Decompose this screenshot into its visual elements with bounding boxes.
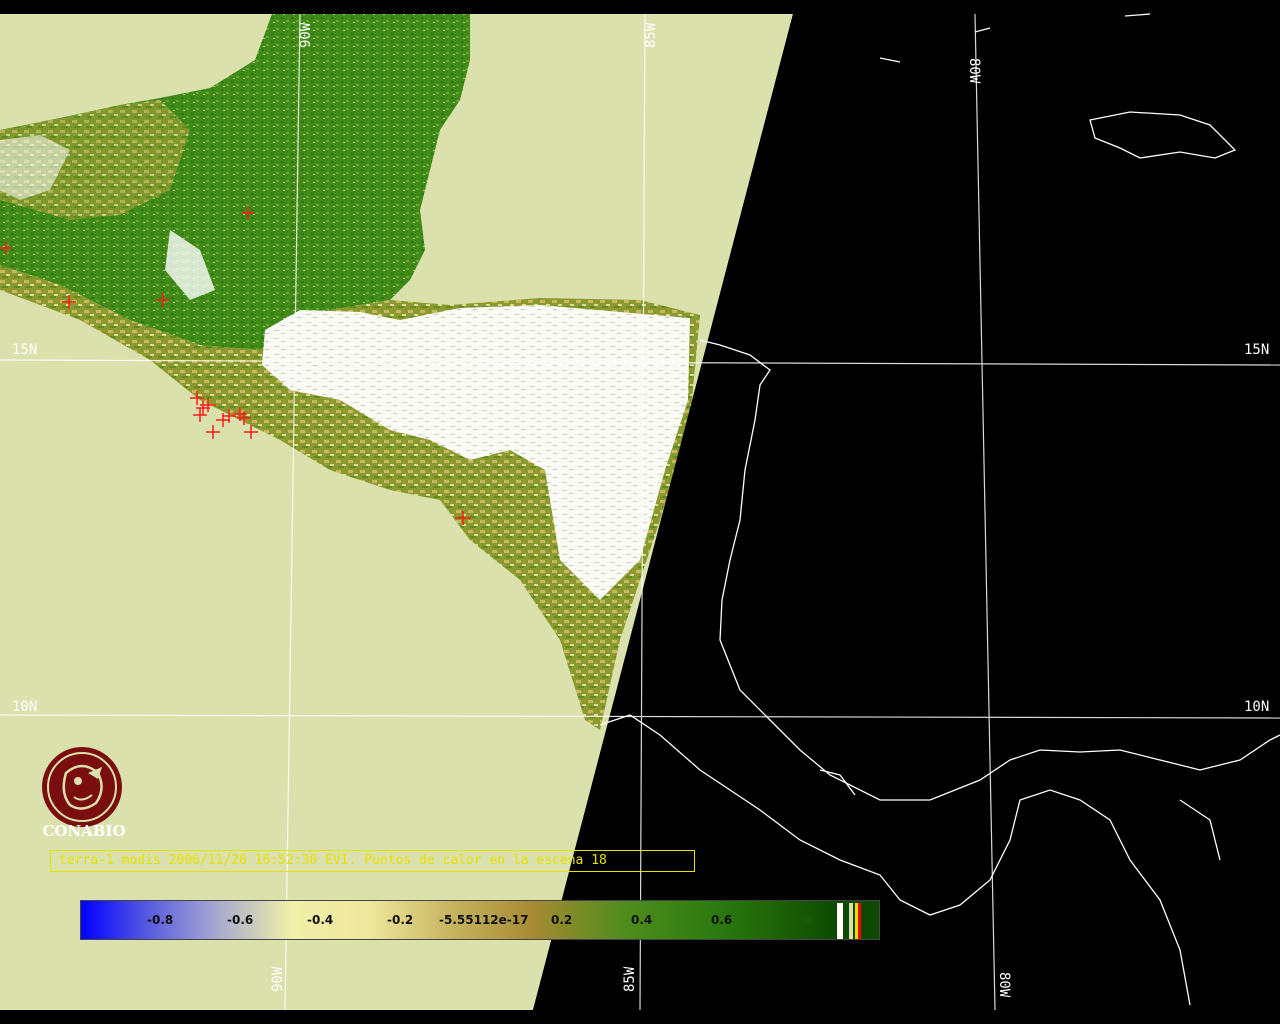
- lon-80-label-bottom: 80W: [996, 972, 1012, 998]
- scene-caption: terra-1 modis 2006/11/20 16:52:30 EVI. P…: [50, 850, 695, 872]
- lon-90-label-bottom: 90W: [270, 966, 286, 992]
- lon-85-label-top: 85W: [643, 22, 659, 48]
- colorbar-special-classes: [837, 901, 879, 939]
- colorbar-tick-label: 0.6: [711, 913, 733, 927]
- conabio-logo-text: CONABIO: [42, 822, 126, 840]
- colorbar-tick-label: 0.2: [551, 913, 573, 927]
- lat-10-label-left: 10N: [12, 699, 37, 715]
- lon-80-label-top: 80W: [966, 58, 982, 84]
- lat-10-label-right: 10N: [1244, 699, 1269, 715]
- colorbar-tick-label: -0.8: [147, 913, 174, 927]
- top-border: [0, 0, 1280, 14]
- lat-15-label-right: 15N: [1244, 342, 1269, 358]
- lon-85-label-bottom: 85W: [622, 966, 638, 992]
- lon-90-label-top: 90W: [298, 22, 314, 48]
- colorbar-tick-label: -0.4: [307, 913, 334, 927]
- colorbar-tick-label: 0.8: [791, 913, 813, 927]
- lat-15-label-left: 15N: [12, 342, 37, 358]
- bottom-border: [0, 1010, 1280, 1024]
- colorbar-tick-label: -5.55112e-17: [439, 913, 529, 927]
- colorbar-tick-label: 0.4: [631, 913, 653, 927]
- colorbar-tick-label: -0.6: [227, 913, 254, 927]
- evi-colorbar: -0.8 -0.6 -0.4 -0.2 -5.55112e-17 0.2 0.4 0.6 0.8: [80, 900, 880, 940]
- colorbar-tick-label: -0.2: [387, 913, 414, 927]
